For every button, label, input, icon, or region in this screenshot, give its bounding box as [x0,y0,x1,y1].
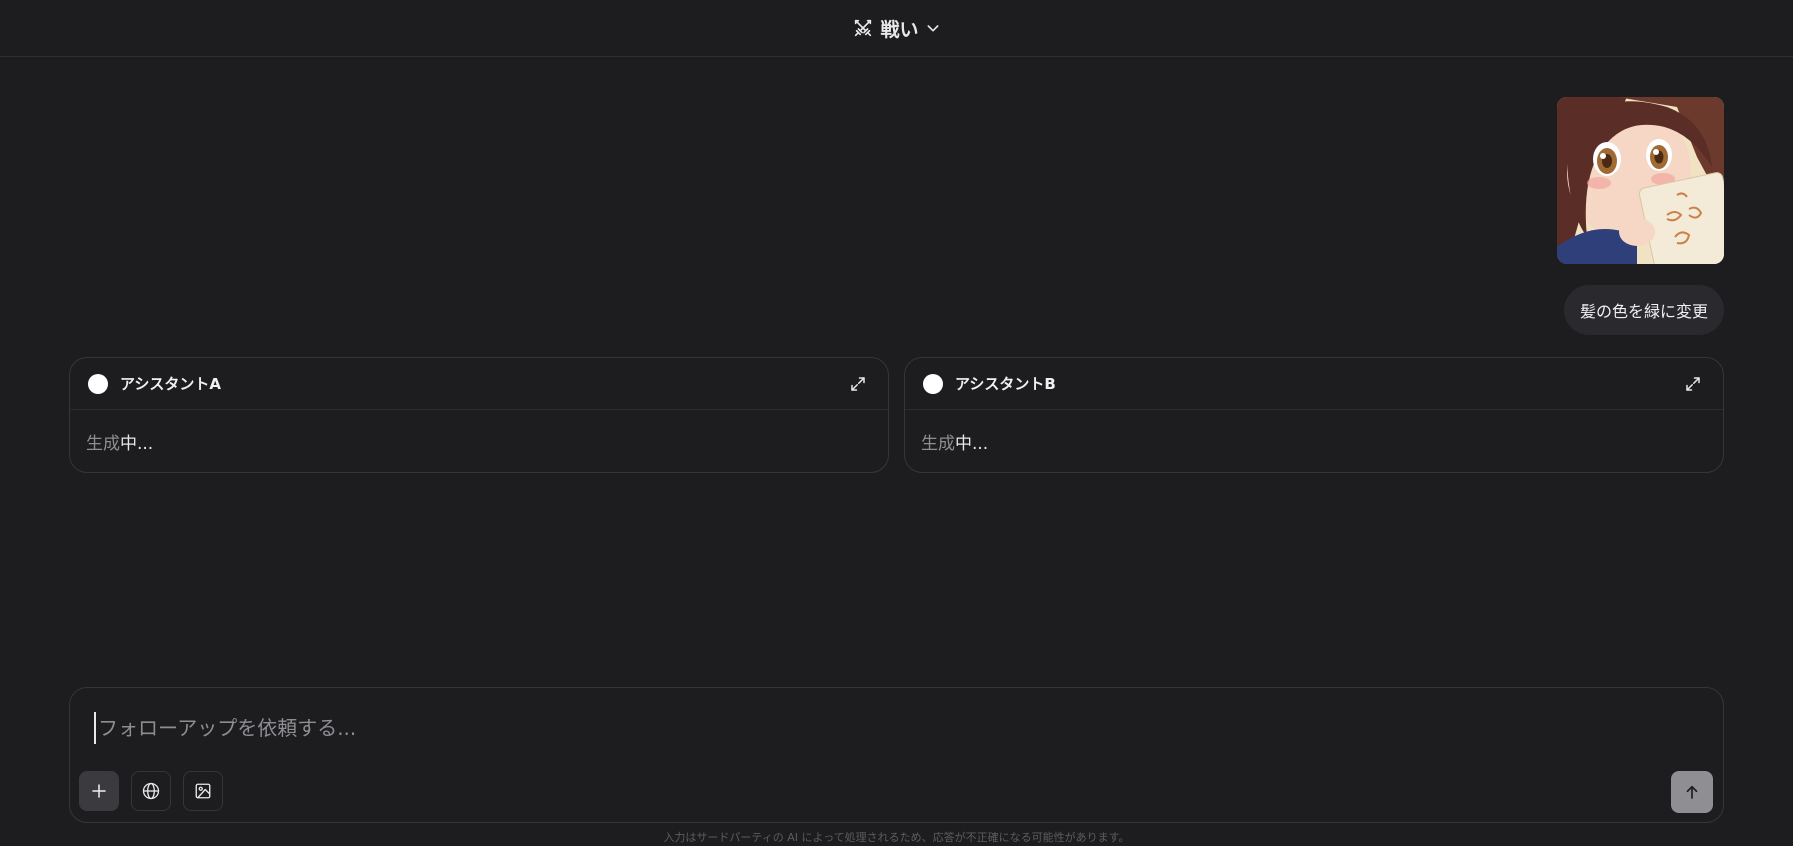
add-button[interactable] [79,771,119,811]
top-bar: 戦い [0,0,1793,57]
assistant-status: 生成 中... [905,410,1723,472]
status-dim-text: 生成 [86,433,120,454]
mode-selector[interactable]: 戦い [852,15,940,42]
assistant-card-header: アシスタントB [905,358,1723,410]
assistant-status: 生成 中... [70,410,888,472]
expand-button[interactable] [846,372,870,396]
assistant-avatar-icon [923,373,943,394]
composer [69,687,1724,823]
crossed-swords-icon [855,19,872,37]
expand-button[interactable] [1681,372,1705,396]
assistant-name: アシスタントA [120,375,222,393]
assistant-card-header: アシスタントA [70,358,888,410]
user-message-bubble: 髪の色を緑に変更 [1563,285,1724,335]
chevron-down-icon [927,25,938,32]
plus-icon [92,784,106,798]
expand-icon [851,376,865,391]
status-bright-text: 中... [120,433,154,454]
web-search-button[interactable] [131,771,171,811]
assistant-name: アシスタントB [955,375,1056,393]
arrow-up-icon [1686,785,1698,799]
follow-up-input[interactable] [94,712,1594,744]
disclaimer-text: 入力はサードパーティの AI によって処理されるため、応答が不正確になる可能性が… [663,831,1130,844]
assistant-card-a: アシスタントA 生成 中... [69,357,889,473]
assistant-card-b: アシスタントB 生成 中... [904,357,1724,473]
status-dim-text: 生成 [921,433,955,454]
uploaded-image[interactable] [1557,97,1724,264]
image-button[interactable] [183,771,223,811]
status-bright-text: 中... [955,433,989,454]
send-button[interactable] [1671,771,1713,813]
image-icon [195,783,211,799]
assistant-avatar-icon [88,373,108,394]
globe-icon [142,782,160,800]
mode-label: 戦い [880,18,919,41]
expand-icon [1686,376,1700,391]
